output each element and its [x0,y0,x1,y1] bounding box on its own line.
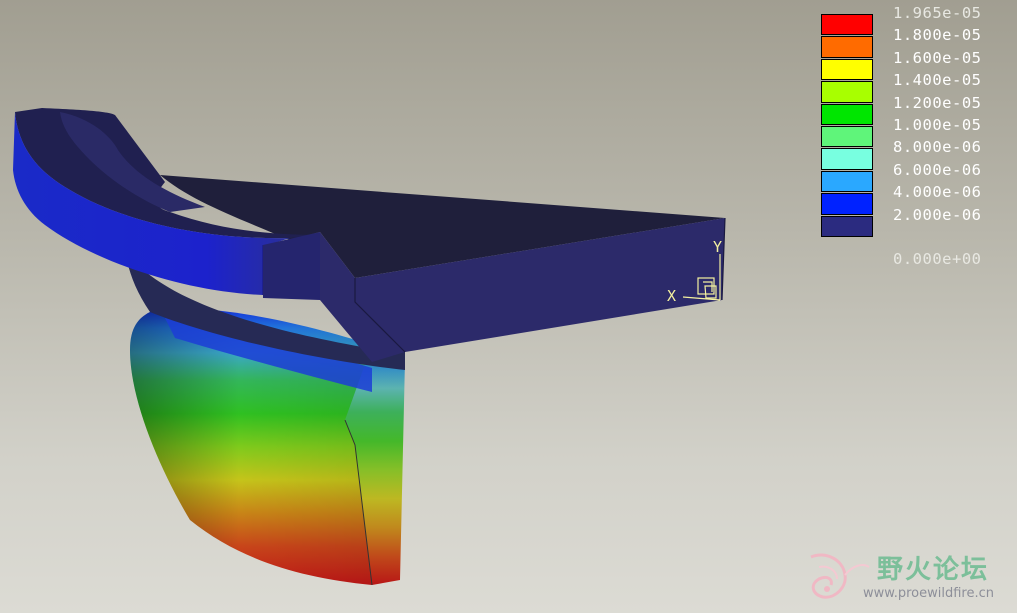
legend-label: 1.600e-05 [893,48,982,67]
legend-row-bottom: 0.000e+00 [820,238,1010,268]
legend-label: 1.000e-05 [893,115,982,134]
legend-label: 1.200e-05 [893,93,982,112]
legend-label: 2.000e-06 [893,205,982,224]
legend-swatch [821,170,873,193]
legend-swatch [821,36,873,58]
legend-row: 2.000e-06 [820,206,1010,238]
legend-swatch [821,215,873,237]
legend-label: 1.965e-05 [893,4,982,22]
legend-swatch [821,193,873,215]
legend-swatch [821,148,873,170]
legend-label: 4.000e-06 [893,183,982,202]
legend-label: 1.400e-05 [893,71,982,90]
legend-swatch [821,14,873,36]
legend-swatch [821,125,873,148]
legend-label: 6.000e-06 [893,160,982,179]
watermark: 野火论坛 www.proewildfire.cn [805,545,1015,607]
legend-bottom-label: 0.000e+00 [893,249,982,268]
legend-label: 8.000e-06 [893,138,982,157]
watermark-url: www.proewildfire.cn [863,586,994,601]
color-legend: 1.965e-05 1.800e-05 1.600e-05 1.400e-05 1.20… [820,4,1010,268]
y-axis-label: Y [713,238,722,256]
legend-label: 1.800e-05 [893,26,982,45]
legend-swatch [821,58,873,81]
x-axis-label: X [667,287,676,305]
watermark-title: 野火论坛 [877,555,990,585]
legend-swatch [821,81,873,103]
legend-swatch [821,103,873,125]
